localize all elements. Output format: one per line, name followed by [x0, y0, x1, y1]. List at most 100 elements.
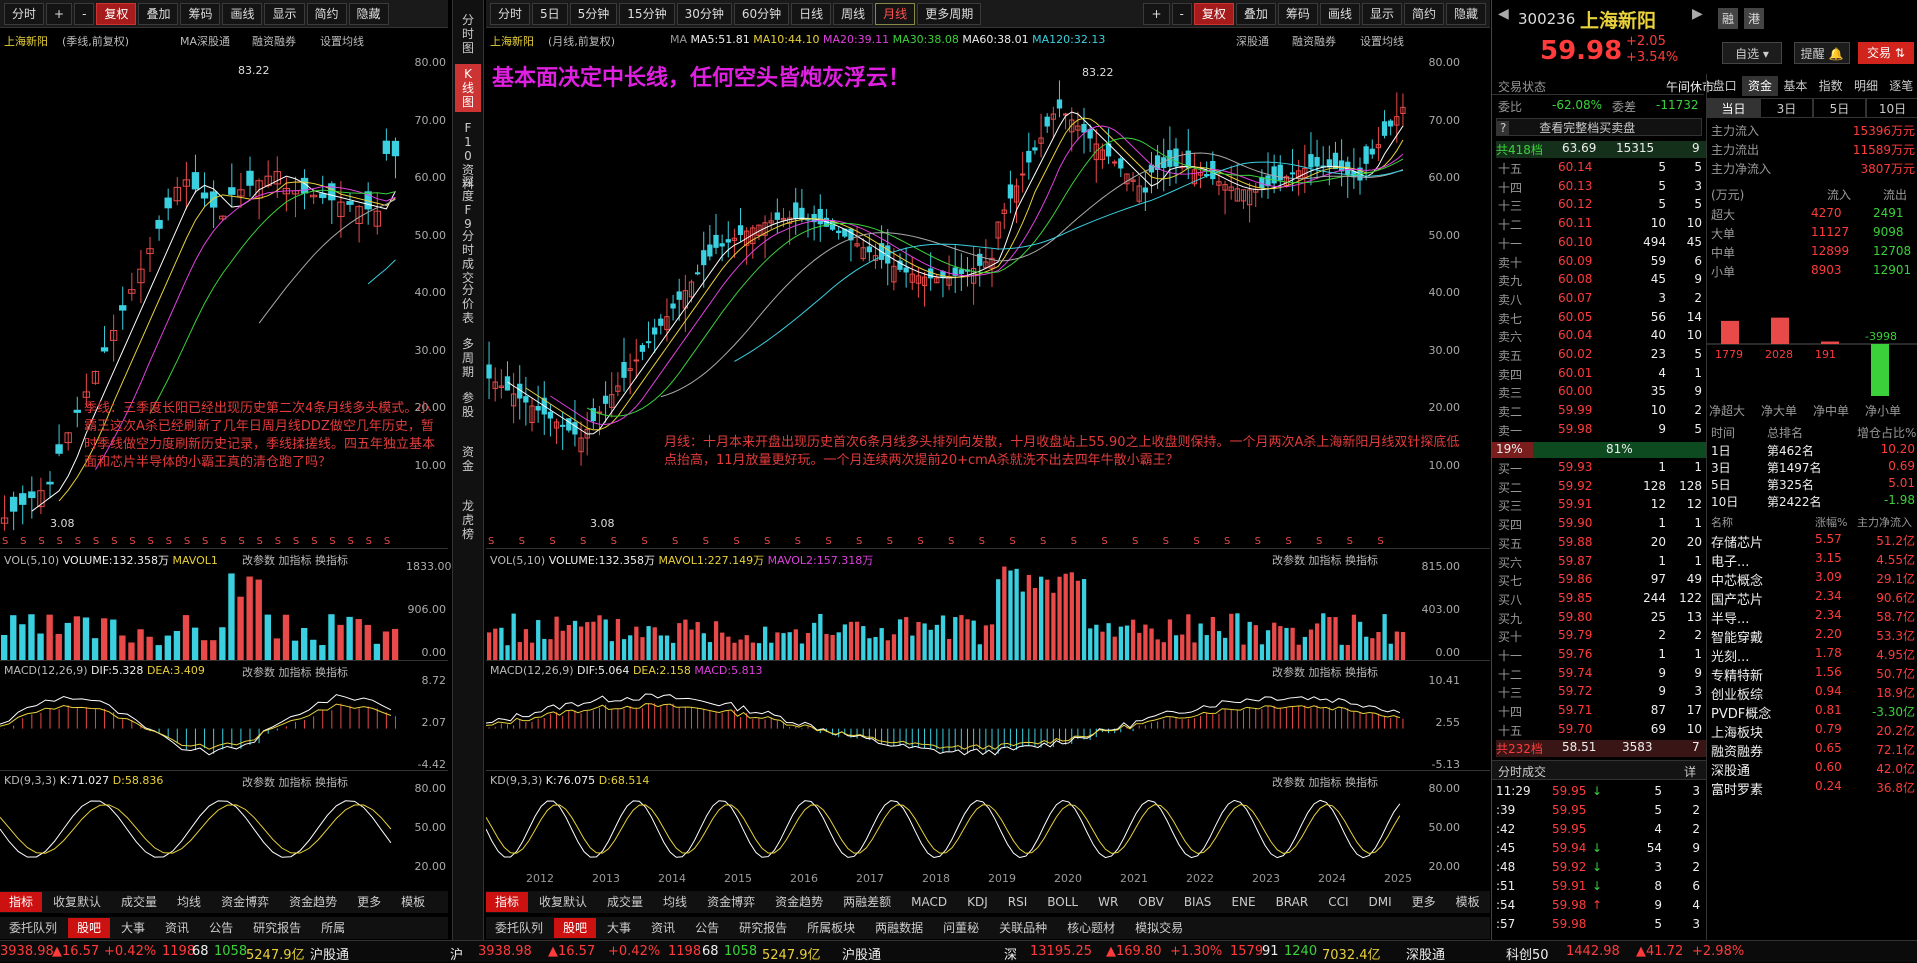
fund-tab[interactable]: 明细 [1848, 76, 1883, 96]
book-row[interactable]: 十二 59.74 9 9 [1496, 666, 1706, 684]
left-ma-settings[interactable]: 设置均线 [320, 33, 364, 49]
tab-item[interactable]: OBV [1129, 892, 1173, 912]
tab-item[interactable]: 资讯 [156, 918, 198, 938]
sector-name[interactable]: 国产芯片 [1711, 589, 1763, 608]
sector-name[interactable]: 电子... [1711, 551, 1749, 570]
sector-name[interactable]: 存储芯片 [1711, 532, 1763, 551]
left-financing[interactable]: 融资融券 [252, 33, 296, 49]
left-overlay-button[interactable]: 叠加 [138, 2, 179, 25]
tab-item[interactable]: 模板 [392, 892, 434, 912]
tab-item[interactable]: ENE [1222, 892, 1264, 912]
main-tool-button[interactable]: 画线 [1319, 2, 1360, 25]
book-row[interactable]: 买五 59.88 20 20 [1496, 535, 1706, 553]
sector-name[interactable]: 专精特新 [1711, 665, 1763, 684]
book-row[interactable]: 买九 59.80 25 13 [1496, 610, 1706, 628]
tab-item[interactable]: 资金趋势 [766, 892, 832, 912]
fund-period[interactable]: 5日 [1813, 98, 1866, 118]
sector-name[interactable]: 智能穿戴 [1711, 627, 1763, 646]
tab-item[interactable]: DMI [1360, 892, 1401, 912]
left-tab-fenshi[interactable]: 分时 [4, 2, 45, 25]
period-tab[interactable]: 30分钟 [676, 2, 732, 25]
book-row[interactable]: 十三 59.72 9 3 [1496, 684, 1706, 702]
tab-item[interactable]: 大事 [112, 918, 154, 938]
book-row[interactable]: 十四 59.71 87 17 [1496, 703, 1706, 721]
margin-tag[interactable]: 融 [1718, 8, 1739, 29]
left-display-button[interactable]: 显示 [264, 2, 305, 25]
book-row[interactable]: 买八 59.85 244 122 [1496, 591, 1706, 609]
tab-item[interactable]: 指标 [486, 892, 529, 912]
tab-item[interactable]: 资金趋势 [280, 892, 346, 912]
period-tab[interactable]: 60分钟 [733, 2, 790, 25]
main-tool-button[interactable]: 简约 [1403, 2, 1444, 25]
main-financing[interactable]: 融资融券 [1292, 33, 1336, 49]
tab-item[interactable]: 成交量 [112, 892, 166, 912]
tab-item[interactable]: MACD [902, 892, 956, 912]
book-row[interactable]: 买二 59.92 128 128 [1496, 479, 1706, 497]
tab-item[interactable]: WR [1089, 892, 1127, 912]
tab-item[interactable]: KDJ [958, 892, 997, 912]
period-tab[interactable]: 周线 [833, 2, 874, 25]
period-tab[interactable]: 5分钟 [569, 2, 618, 25]
left-fuquan-button[interactable]: 复权 [96, 2, 137, 25]
main-kline-chart[interactable]: SSSSSSSSSSSSSSSSSSSSSSSSSSSSSS [486, 48, 1418, 548]
tab-item[interactable]: 关联品种 [990, 918, 1056, 938]
book-row[interactable]: 买十 59.79 2 2 [1496, 628, 1706, 646]
vtab-item[interactable]: 多周期 [455, 334, 481, 382]
fund-tab[interactable]: 基本 [1778, 76, 1813, 96]
left-simple-button[interactable]: 简约 [306, 2, 347, 25]
sector-name[interactable]: 融资融券 [1711, 741, 1763, 760]
sector-name[interactable]: 中芯概念 [1711, 570, 1763, 589]
sector-name[interactable]: 创业板综 [1711, 684, 1763, 703]
tab-item[interactable]: 模板 [1447, 892, 1489, 912]
period-tab[interactable]: 日线 [791, 2, 832, 25]
tab-item[interactable]: 资金博弈 [212, 892, 278, 912]
tab-item[interactable]: 所属 [312, 918, 354, 938]
main-tool-button[interactable]: - [1171, 2, 1192, 25]
fund-tab[interactable]: 逐笔 [1884, 76, 1917, 96]
book-row[interactable]: 卖六 60.04 40 10 [1496, 328, 1706, 346]
alert-button[interactable]: 提醒 🔔 [1794, 42, 1850, 64]
tab-item[interactable]: 收复默认 [44, 892, 110, 912]
tab-item[interactable]: 股吧 [68, 918, 111, 938]
tab-item[interactable]: 研究报告 [730, 918, 796, 938]
main-tool-button[interactable]: 叠加 [1235, 2, 1276, 25]
period-tab[interactable]: 更多周期 [917, 2, 982, 25]
period-tab[interactable]: 15分钟 [619, 2, 675, 25]
period-tab[interactable]: 月线 [875, 2, 916, 25]
fund-period[interactable]: 3日 [1760, 98, 1813, 118]
book-row[interactable]: 卖九 60.08 45 9 [1496, 272, 1706, 290]
tab-item[interactable]: 均线 [168, 892, 210, 912]
tab-item[interactable]: 股吧 [554, 918, 597, 938]
vtab-item[interactable]: 参股 [455, 388, 481, 422]
book-row[interactable]: 卖二 59.99 10 2 [1496, 403, 1706, 421]
watchlist-button[interactable]: 自选 ▾ [1722, 42, 1782, 64]
next-stock-icon[interactable]: ▶ [1692, 6, 1703, 22]
tab-item[interactable]: BIAS [1175, 892, 1221, 912]
vtab-item[interactable]: 深度F9 [455, 172, 481, 234]
book-row[interactable]: 十四 60.13 5 3 [1496, 179, 1706, 197]
book-row[interactable]: 卖十 60.09 59 6 [1496, 254, 1706, 272]
tab-item[interactable]: 指标 [0, 892, 43, 912]
tab-item[interactable]: CCI [1319, 892, 1357, 912]
vtab-item[interactable]: 分时图 [455, 10, 481, 58]
tab-item[interactable]: 委托队列 [486, 918, 552, 938]
tab-item[interactable]: 模拟交易 [1126, 918, 1192, 938]
left-draw-button[interactable]: 画线 [222, 2, 263, 25]
main-ma-settings[interactable]: 设置均线 [1360, 33, 1404, 49]
fund-tab[interactable]: 盘口 [1707, 76, 1742, 96]
main-tool-button[interactable]: 显示 [1361, 2, 1402, 25]
tab-item[interactable]: 大事 [598, 918, 640, 938]
period-tab[interactable]: 分时 [490, 2, 531, 25]
book-row[interactable]: 买四 59.90 1 1 [1496, 516, 1706, 534]
book-row[interactable]: 十三 60.12 5 5 [1496, 197, 1706, 215]
book-row[interactable]: 买六 59.87 1 1 [1496, 554, 1706, 572]
book-row[interactable]: 卖四 60.01 4 1 [1496, 366, 1706, 384]
vtab-item[interactable]: 分时成交 [455, 226, 481, 288]
tab-item[interactable]: 资讯 [642, 918, 684, 938]
fund-period[interactable]: 当日 [1707, 98, 1760, 118]
tab-item[interactable]: 均线 [654, 892, 696, 912]
tab-item[interactable]: BRAR [1267, 892, 1318, 912]
book-row[interactable]: 买七 59.86 97 49 [1496, 572, 1706, 590]
ticks-more-button[interactable]: 详 [1684, 763, 1696, 780]
left-kline-chart[interactable]: SSSSSSSSSSSSSSSSSSSSSS [0, 48, 405, 548]
